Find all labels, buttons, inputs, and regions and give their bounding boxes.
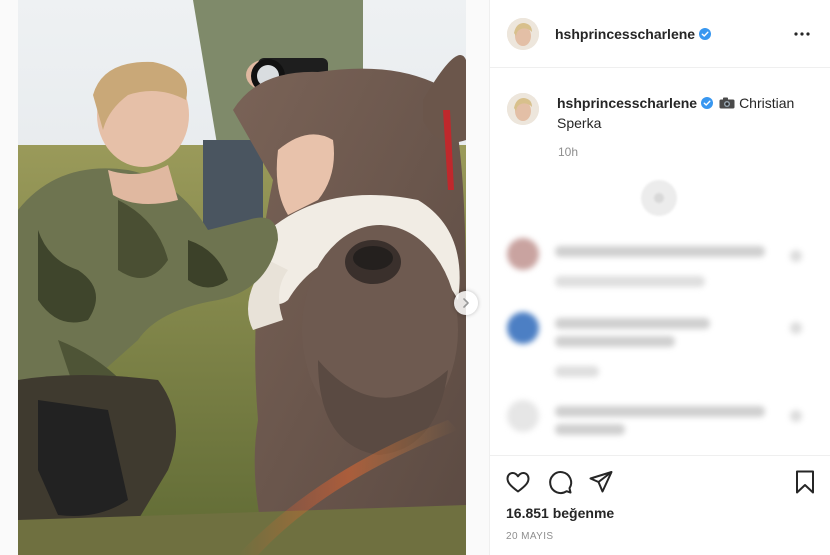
caption-username[interactable]: hshprincesscharlene (557, 95, 697, 111)
post-date[interactable]: 20 MAYIS (506, 531, 553, 542)
paper-plane-icon (589, 471, 613, 493)
caption: hshprincesscharlene Christian Sperka (507, 93, 814, 133)
next-photo-button[interactable] (454, 291, 478, 315)
share-button[interactable] (587, 468, 615, 496)
loading-spinner (641, 180, 677, 216)
caption-avatar[interactable] (507, 93, 539, 125)
post-side-panel: hshprincesscharlene hshprincesscharlene C… (489, 0, 830, 555)
post-photo[interactable] (18, 0, 466, 555)
post-actions: 16.851 beğenme 20 MAYIS (490, 455, 830, 555)
comment-bubble-icon (549, 471, 573, 495)
more-options-icon (794, 31, 810, 36)
heart-icon (506, 472, 530, 493)
camera-emoji-icon (719, 97, 735, 109)
post-header: hshprincesscharlene (490, 0, 830, 68)
verified-badge-icon (699, 27, 712, 40)
like-count[interactable]: 16.851 beğenme (506, 505, 614, 521)
verified-badge-icon (701, 97, 714, 109)
more-options-button[interactable] (790, 22, 814, 46)
avatar[interactable] (507, 17, 539, 50)
caption-text: hshprincesscharlene Christian Sperka (557, 93, 807, 133)
save-button[interactable] (791, 468, 819, 496)
chevron-right-icon (463, 298, 469, 308)
author-username[interactable]: hshprincesscharlene (555, 26, 695, 42)
comment-button[interactable] (546, 468, 574, 496)
like-button[interactable] (504, 468, 532, 496)
bookmark-icon (796, 470, 814, 494)
post-time-ago[interactable]: 10h (558, 145, 578, 159)
